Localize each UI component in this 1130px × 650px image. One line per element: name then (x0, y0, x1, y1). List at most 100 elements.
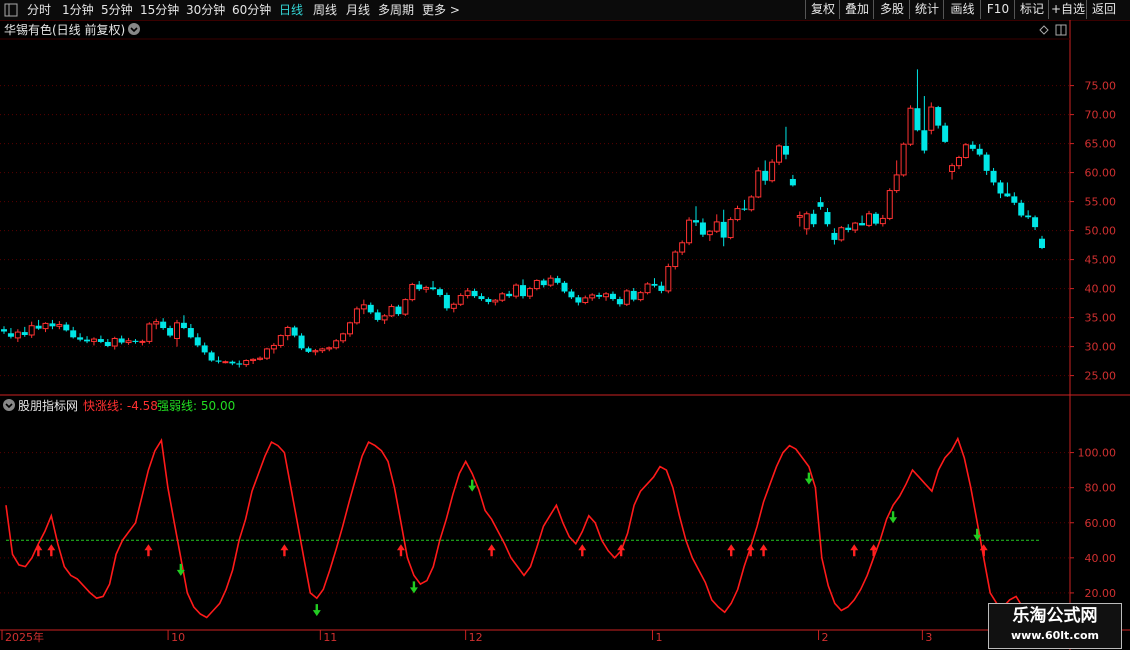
mark-button[interactable]: 标记 (1014, 0, 1049, 19)
candle-body (312, 350, 319, 353)
sell-arrow-icon (468, 479, 477, 492)
candle-body (935, 107, 942, 126)
buy-arrow-icon (487, 544, 496, 557)
candle-body (7, 333, 14, 337)
candle-body (111, 337, 118, 347)
period-tab-intraday[interactable]: 分时 (27, 0, 51, 20)
candle-body (838, 227, 845, 241)
candle-body (609, 293, 616, 300)
candle-body (56, 324, 63, 327)
period-tab-30min[interactable]: 30分钟 (186, 0, 225, 20)
candle-body (326, 347, 333, 350)
time-tick-label: 10 (171, 631, 185, 644)
time-tick-label: 12 (469, 631, 483, 644)
candle-body (229, 361, 236, 364)
candle-body (340, 333, 347, 342)
f10-button[interactable]: F10 (980, 0, 1015, 19)
back-button[interactable]: 返回 (1086, 0, 1121, 19)
candle-body (672, 251, 679, 268)
candle-body (118, 338, 125, 343)
candle-body (554, 278, 561, 283)
candle-body (845, 227, 852, 231)
candle-body (969, 144, 976, 149)
candle-body (1018, 202, 1025, 216)
time-tick-label: 2025年 (5, 630, 44, 644)
chevron-down-icon[interactable] (127, 22, 143, 38)
candle-body (478, 296, 485, 300)
candle-body (291, 327, 298, 336)
panel-controls[interactable] (1036, 22, 1070, 38)
candle-body (852, 222, 859, 231)
candle-body (77, 337, 84, 340)
candle-body (872, 213, 879, 224)
candle-body (520, 285, 526, 297)
candle-body (866, 213, 872, 226)
window-icon[interactable] (0, 0, 24, 20)
draw-line-button[interactable]: 画线 (943, 0, 981, 19)
candle-body (84, 339, 91, 342)
candle-body (762, 170, 769, 181)
multi-stock-button[interactable]: 多股 (873, 0, 910, 19)
period-tab-more[interactable]: 更多 > (422, 0, 460, 20)
candle-body (817, 202, 824, 207)
candle-body (803, 213, 810, 230)
candle-body (409, 284, 416, 301)
candle-body (561, 282, 568, 292)
period-tab-60min[interactable]: 60分钟 (232, 0, 271, 20)
restore-rights-button[interactable]: 复权 (805, 0, 840, 19)
candle-body (416, 284, 423, 290)
candle-body (720, 221, 727, 238)
sell-arrow-icon (312, 604, 321, 617)
indicator-name[interactable]: 股朋指标网 (18, 397, 78, 415)
candle-body (28, 325, 35, 336)
buy-arrow-icon (396, 544, 405, 557)
buy-arrow-icon (617, 544, 626, 557)
candle-body (464, 290, 471, 297)
period-tab-monthly[interactable]: 月线 (346, 0, 370, 20)
add-watchlist-button[interactable]: +自选 (1048, 0, 1087, 19)
candle-body (914, 108, 921, 131)
candle-body (236, 363, 243, 365)
candle-body (755, 170, 762, 198)
price-tick-label: 25.00 (1085, 370, 1117, 383)
candle-body (859, 223, 866, 226)
period-toolbar: 分时 1分钟 5分钟 15分钟 30分钟 60分钟 日线 周线 月线 多周期 更… (0, 0, 1130, 21)
candle-body (658, 285, 665, 291)
candle-body (644, 283, 651, 294)
candle-body (616, 299, 623, 305)
period-tab-15min[interactable]: 15分钟 (140, 0, 179, 20)
candle-body (63, 324, 70, 331)
price-tick-label: 40.00 (1085, 283, 1117, 296)
candle-body (983, 154, 990, 171)
candle-body (769, 161, 776, 182)
chevron-down-icon[interactable] (2, 398, 18, 414)
candle-body (146, 323, 153, 342)
candle-body (90, 338, 97, 342)
candle-body (257, 357, 264, 360)
period-tab-1min[interactable]: 1分钟 (62, 0, 94, 20)
candle-body (789, 178, 796, 186)
candle-body (651, 283, 658, 286)
period-tab-daily[interactable]: 日线 (279, 0, 303, 20)
watermark: 乐淘公式网 www.60lt.com (988, 603, 1122, 649)
candle-body (526, 288, 533, 297)
time-tick-label: 3 (925, 631, 932, 644)
candle-body (374, 312, 381, 320)
price-tick-label: 30.00 (1085, 341, 1117, 354)
price-tick-label: 60.00 (1085, 167, 1117, 180)
candle-body (990, 170, 997, 183)
overlay-button[interactable]: 叠加 (839, 0, 874, 19)
period-tab-weekly[interactable]: 周线 (313, 0, 337, 20)
candle-body (589, 294, 596, 299)
diamond-icon[interactable] (1039, 25, 1049, 35)
period-tab-multi[interactable]: 多周期 (378, 0, 414, 20)
candle-body (381, 315, 388, 321)
time-tick-label: 11 (323, 631, 337, 644)
candle-body (596, 294, 603, 297)
statistics-button[interactable]: 统计 (909, 0, 944, 19)
candle-body (471, 290, 478, 297)
candle-body (1039, 238, 1045, 248)
period-tab-5min[interactable]: 5分钟 (101, 0, 133, 20)
strong-line-value: 强弱线: 50.00 (157, 399, 236, 413)
candle-body (900, 143, 907, 176)
